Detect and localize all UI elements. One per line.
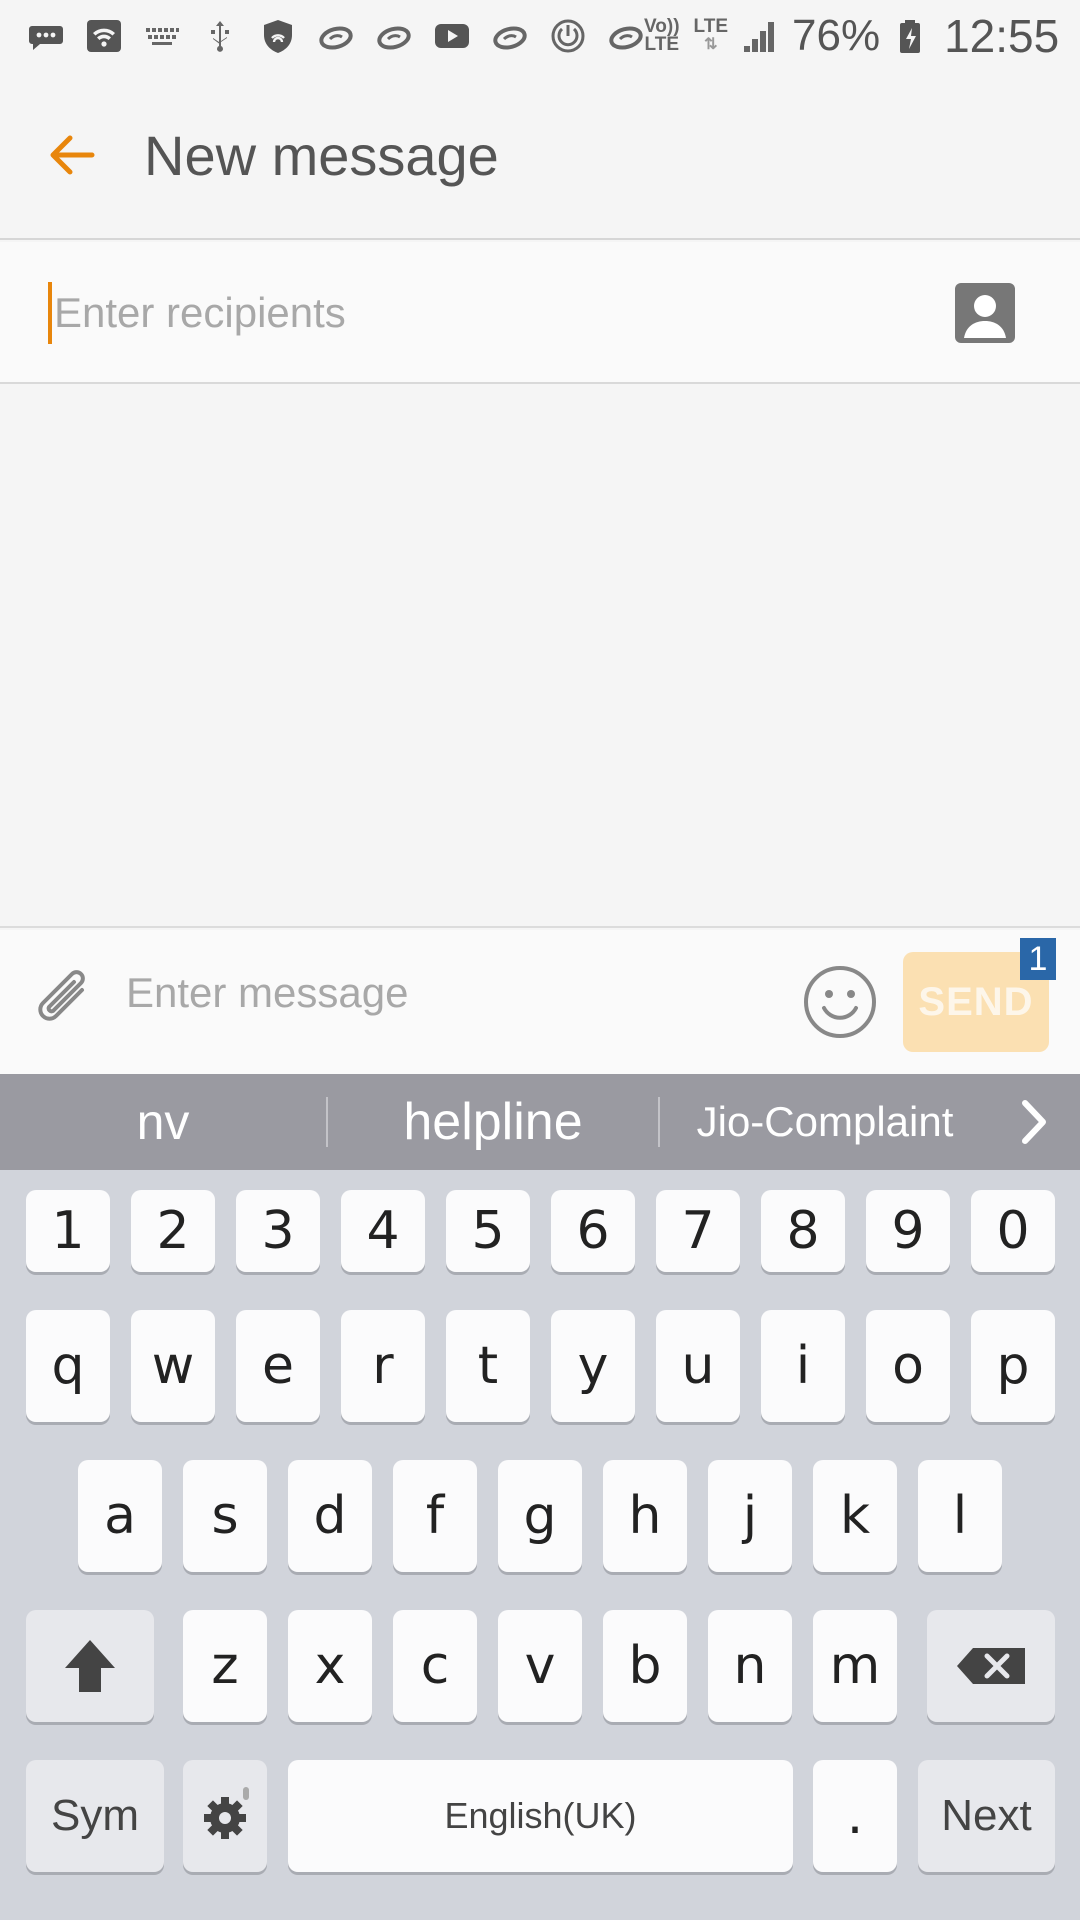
key-r[interactable]: r [341,1310,425,1422]
emoji-icon[interactable] [802,964,878,1040]
backspace-icon [957,1648,1025,1684]
key-n[interactable]: n [708,1610,792,1722]
key-6[interactable]: 6 [551,1190,635,1272]
key-c[interactable]: c [393,1610,477,1722]
key-w[interactable]: w [131,1310,215,1422]
suggestion-item[interactable]: helpline [328,1074,658,1170]
period-key[interactable]: . [813,1760,897,1872]
space-key[interactable]: English(UK) [288,1760,793,1872]
message-input[interactable] [126,960,766,1026]
key-0[interactable]: 0 [971,1190,1055,1272]
key-3[interactable]: 3 [236,1190,320,1272]
status-right: Vo)) LTE LTE ⇅ 76% 12:55 [644,9,1059,63]
expand-suggestions-button[interactable] [990,1074,1080,1170]
gear-icon [204,1787,249,1839]
key-x[interactable]: x [288,1610,372,1722]
key-2[interactable]: 2 [131,1190,215,1272]
suggestion-item[interactable]: nv [0,1074,326,1170]
key-j[interactable]: j [708,1460,792,1572]
settings-key[interactable] [183,1760,267,1872]
key-d[interactable]: d [288,1460,372,1572]
power-cycle-icon [550,18,586,54]
key-s[interactable]: s [183,1460,267,1572]
key-p[interactable]: p [971,1310,1055,1422]
sym-key[interactable]: Sym [26,1760,164,1872]
usb-icon [202,18,238,54]
key-l[interactable]: l [918,1460,1002,1572]
clock: 12:55 [944,10,1060,62]
back-arrow-icon [50,135,95,175]
swirl-icon [608,18,644,54]
next-key[interactable]: Next [918,1760,1055,1872]
shield-icon [260,18,296,54]
volte-indicator: Vo)) LTE [644,17,680,55]
key-e[interactable]: e [236,1310,320,1422]
key-1[interactable]: 1 [26,1190,110,1272]
youtube-icon [434,18,470,54]
key-a[interactable]: a [78,1460,162,1572]
attach-icon[interactable] [30,966,100,1036]
key-m[interactable]: m [813,1610,897,1722]
keyboard-icon [144,18,180,54]
wifi-box-icon [86,18,122,54]
volte-lte-label: LTE [644,34,679,55]
conversation-area [0,386,1080,928]
key-b[interactable]: b [603,1610,687,1722]
key-u[interactable]: u [656,1310,740,1422]
key-y[interactable]: y [551,1310,635,1422]
data-arrows-icon: ⇅ [704,36,718,53]
chevron-right-icon [1022,1100,1046,1144]
lte-indicator: LTE ⇅ [693,16,729,54]
lte-label: LTE [693,16,729,37]
key-o[interactable]: o [866,1310,950,1422]
page-title: New message [144,123,499,187]
contact-icon[interactable] [954,282,1016,344]
notification-icons [28,18,644,54]
battery-charging-icon [894,18,930,54]
backspace-key[interactable] [927,1610,1055,1722]
shift-key[interactable] [26,1610,154,1722]
signal-icon [742,18,778,54]
status-bar: Vo)) LTE LTE ⇅ 76% 12:55 [0,0,1080,72]
back-button[interactable] [0,83,144,227]
recipients-row [0,242,1080,384]
swirl-icon [318,18,354,54]
swirl-icon [492,18,528,54]
key-9[interactable]: 9 [866,1190,950,1272]
messages-icon [28,18,64,54]
key-4[interactable]: 4 [341,1190,425,1272]
swirl-icon [376,18,412,54]
sim-badge: 1 [1020,938,1056,980]
key-5[interactable]: 5 [446,1190,530,1272]
key-i[interactable]: i [761,1310,845,1422]
key-k[interactable]: k [813,1460,897,1572]
shift-arrow-icon [65,1640,115,1692]
key-z[interactable]: z [183,1610,267,1722]
suggestion-bar: nv helpline Jio-Complaint [0,1074,1080,1170]
app-bar: New message [0,72,1080,240]
key-7[interactable]: 7 [656,1190,740,1272]
key-v[interactable]: v [498,1610,582,1722]
key-f[interactable]: f [393,1460,477,1572]
key-g[interactable]: g [498,1460,582,1572]
key-h[interactable]: h [603,1460,687,1572]
key-8[interactable]: 8 [761,1190,845,1272]
key-t[interactable]: t [446,1310,530,1422]
suggestion-item[interactable]: Jio-Complaint [660,1074,990,1170]
recipients-input[interactable] [48,282,908,344]
battery-percent: 76% [792,11,881,60]
key-q[interactable]: q [26,1310,110,1422]
keyboard: nv helpline Jio-Complaint 1 2 3 4 5 6 7 … [0,1074,1080,1920]
